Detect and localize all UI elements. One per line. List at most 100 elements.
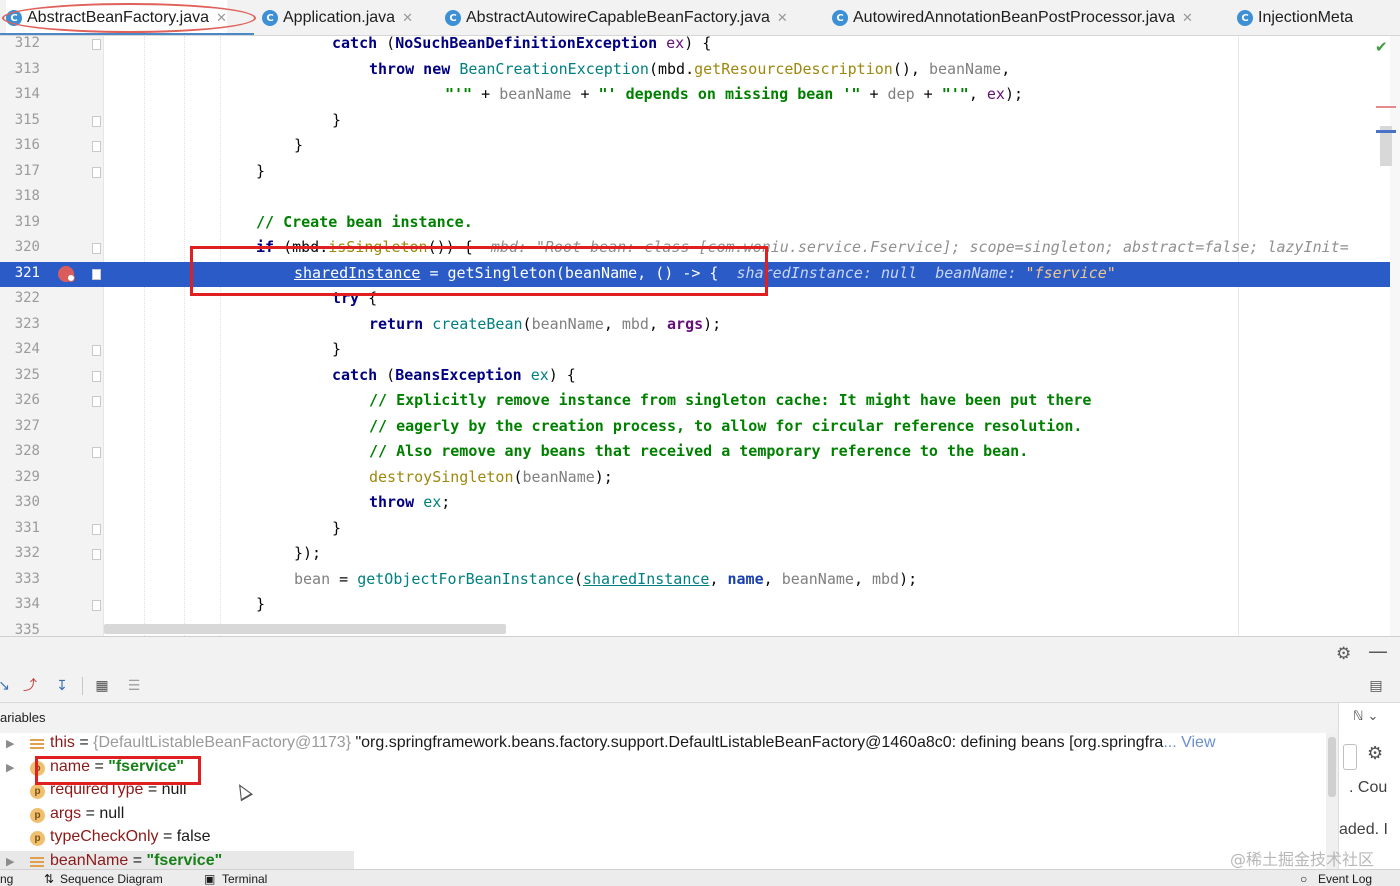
code-line[interactable]: 318 <box>0 185 1390 211</box>
variable: bean <box>294 569 331 588</box>
sequence-diagram-icon: ⇅ <box>44 872 55 886</box>
line-number: 312 <box>14 36 40 51</box>
parameter-icon: p <box>30 831 45 846</box>
settings-list-icon[interactable]: ☰ <box>124 677 144 695</box>
code-text: catch (NoSuchBeanDefinitionException ex)… <box>332 36 711 52</box>
close-icon[interactable]: ✕ <box>777 10 788 26</box>
fold-marker[interactable] <box>92 600 101 611</box>
fold-marker[interactable] <box>92 549 101 560</box>
inline-debug-hint-value: "fservice" <box>1025 263 1116 282</box>
drop-frame-icon[interactable]: ⤴ <box>20 677 40 695</box>
code-line[interactable]: 323 return createBean(beanName, mbd, arg… <box>0 313 1390 339</box>
code-token: , <box>968 85 987 103</box>
variable-row-this[interactable]: ▶ this = {DefaultListableBeanFactory@117… <box>0 733 1338 757</box>
variables-scrollbar-thumb[interactable] <box>1328 737 1336 797</box>
variable: ex <box>423 493 442 511</box>
error-stripe-marker[interactable] <box>1376 106 1396 108</box>
minimize-icon[interactable]: — <box>1368 639 1388 663</box>
code-text: // Create bean instance. <box>256 213 473 231</box>
variables-tree[interactable]: ▶ this = {DefaultListableBeanFactory@117… <box>0 733 1338 869</box>
method-call: destroySingleton <box>369 467 514 486</box>
expand-arrow-icon[interactable]: ▶ <box>6 737 14 750</box>
inline-debug-hint: beanName: <box>935 263 1026 282</box>
bottom-tab-event-log[interactable]: Event Log <box>1318 872 1372 886</box>
code-line[interactable]: 331 } <box>0 517 1390 543</box>
fold-marker[interactable] <box>92 141 101 152</box>
code-line[interactable]: 333 bean = getObjectForBeanInstance(shar… <box>0 568 1390 594</box>
code-line[interactable]: 330 throw ex; <box>0 491 1390 517</box>
code-token: ); <box>899 569 918 588</box>
code-line[interactable]: 313 throw new BeanCreationException(mbd.… <box>0 58 1390 84</box>
tab-injection-meta[interactable]: C InjectionMeta <box>1237 0 1353 35</box>
line-number: 315 <box>14 111 40 128</box>
code-line[interactable]: 332 }); <box>0 542 1390 568</box>
fold-marker[interactable] <box>92 370 101 382</box>
run-to-cursor-icon[interactable]: ↧ <box>52 677 72 695</box>
code-line[interactable]: 317 } <box>0 160 1390 186</box>
variable-row-type-check-only[interactable]: p typeCheckOnly = false <box>0 827 1338 851</box>
code-token: + <box>571 85 599 103</box>
console-dropdown-icon[interactable]: ℕ ⌄ <box>1353 709 1378 724</box>
expand-arrow-icon[interactable]: ▶ <box>6 855 14 868</box>
fold-marker[interactable] <box>92 39 101 50</box>
code-line[interactable]: 324 } <box>0 338 1390 364</box>
fold-marker[interactable] <box>92 447 101 458</box>
gear-icon[interactable]: ⚙ <box>1336 644 1351 664</box>
breakpoint-icon[interactable] <box>58 265 75 282</box>
code-line[interactable]: 314 "'" + beanName + "' depends on missi… <box>0 83 1390 109</box>
code-token: ( <box>377 36 396 52</box>
fold-marker[interactable] <box>92 243 101 254</box>
tab-abstract-autowire-capable-bean-factory[interactable]: C AbstractAutowireCapableBeanFactory.jav… <box>445 0 788 35</box>
fold-marker[interactable] <box>92 268 101 280</box>
bottom-tab-terminal[interactable]: Terminal <box>222 872 267 886</box>
info-stripe-marker[interactable] <box>1376 130 1396 133</box>
variable-row-args[interactable]: p args = null <box>0 804 1338 828</box>
close-icon[interactable]: ✕ <box>402 10 413 26</box>
line-number: 331 <box>14 519 40 536</box>
bottom-tab-partial[interactable]: ng <box>0 872 13 886</box>
fold-marker[interactable] <box>92 166 101 178</box>
tab-label: AbstractAutowireCapableBeanFactory.java <box>466 9 770 26</box>
code-line[interactable]: 319 // Create bean instance. <box>0 211 1390 237</box>
string-literal: "'" <box>941 85 969 103</box>
fold-marker[interactable] <box>92 523 101 535</box>
fold-marker[interactable] <box>92 345 101 356</box>
variables-label: ariables <box>0 710 46 725</box>
tab-application[interactable]: C Application.java ✕ <box>262 0 413 35</box>
gear-icon[interactable]: ⚙ <box>1367 743 1383 764</box>
code-text: // Also remove any beans that received a… <box>369 442 1028 460</box>
variable-value: "fservice" <box>146 851 223 869</box>
line-number: 323 <box>14 315 40 332</box>
horizontal-scrollbar[interactable] <box>104 624 506 634</box>
variable-equals: = <box>74 734 94 751</box>
code-line[interactable]: 325 catch (BeansException ex) { <box>0 364 1390 390</box>
table-view-icon[interactable]: ▦ <box>92 677 112 695</box>
tab-autowired-annotation-bean-post-processor[interactable]: C AutowiredAnnotationBeanPostProcessor.j… <box>832 0 1193 35</box>
layout-icon[interactable]: ▤ <box>1366 677 1386 695</box>
code-line[interactable]: 328 // Also remove any beans that receiv… <box>0 440 1390 466</box>
close-icon[interactable]: ✕ <box>1182 10 1193 26</box>
bottom-tab-sequence-diagram[interactable]: Sequence Diagram <box>60 872 163 886</box>
expand-arrow-icon[interactable]: ▶ <box>6 761 14 774</box>
code-line[interactable]: 315 } <box>0 109 1390 135</box>
code-line[interactable]: 327 // eagerly by the creation process, … <box>0 415 1390 441</box>
view-link[interactable]: ... View <box>1163 734 1215 751</box>
code-line[interactable]: 334 } <box>0 593 1390 619</box>
fold-marker[interactable] <box>92 396 101 407</box>
code-editor[interactable]: 312 catch (NoSuchBeanDefinitionException… <box>0 36 1400 636</box>
step-icon[interactable]: ↘ <box>0 677 14 695</box>
code-text: catch (BeansException ex) { <box>332 366 576 384</box>
console-toggle[interactable] <box>1343 744 1357 770</box>
keyword: catch <box>332 365 378 384</box>
variable-row-bean-name[interactable]: ▶ beanName = "fservice" <box>0 850 354 869</box>
code-line[interactable]: 329 destroySingleton(beanName); <box>0 466 1390 492</box>
code-line[interactable]: 316 } <box>0 134 1390 160</box>
class-file-icon: C <box>445 10 461 26</box>
code-line[interactable]: 326 // Explicitly remove instance from s… <box>0 389 1390 415</box>
code-line[interactable]: 312 catch (NoSuchBeanDefinitionException… <box>0 36 1390 58</box>
method-call: getResourceDescription <box>694 59 893 78</box>
fold-marker[interactable] <box>92 115 101 127</box>
variable: beanName <box>499 85 572 103</box>
code-text: }); <box>294 544 322 562</box>
